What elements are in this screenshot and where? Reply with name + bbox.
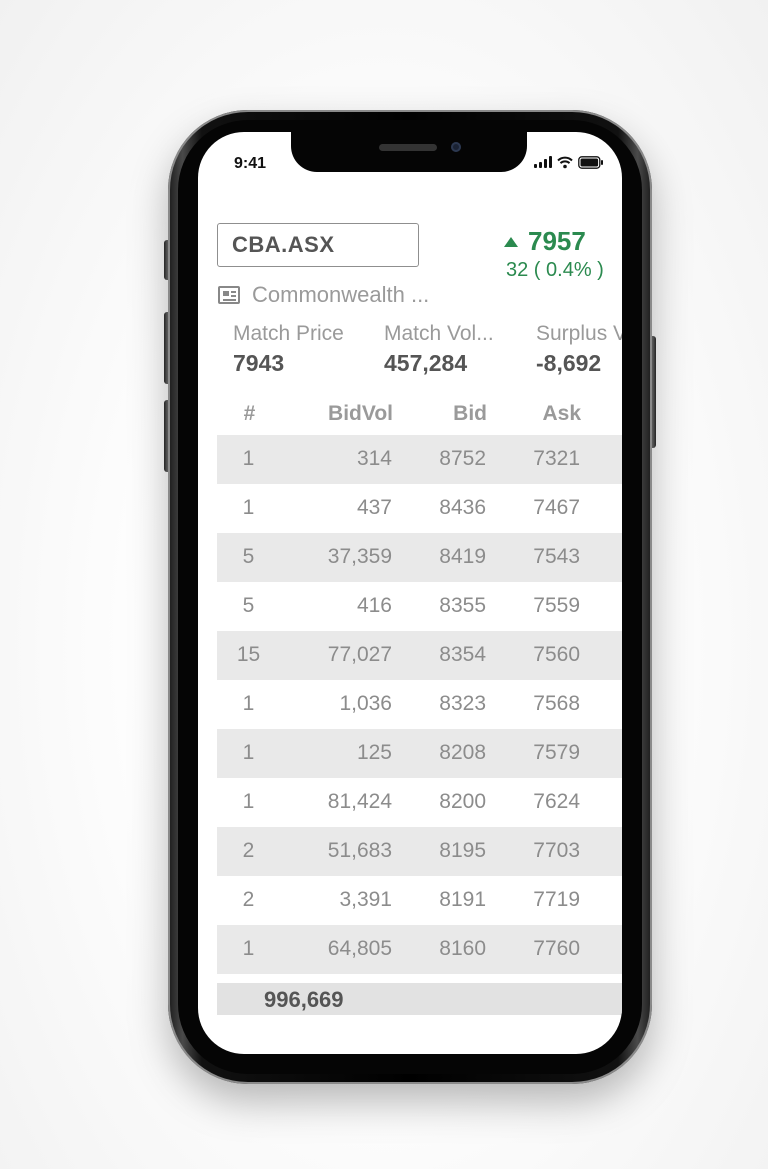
cell-bid: 8419	[439, 545, 486, 568]
cell-ask: 7559	[533, 594, 580, 617]
cell-ask: 7703	[533, 839, 580, 862]
price-up-arrow-icon	[504, 236, 518, 247]
notch	[291, 132, 527, 172]
battery-icon	[578, 155, 603, 169]
table-row[interactable]: 1 125 8208 7579	[217, 729, 622, 778]
cell-bidvol: 125	[356, 741, 392, 764]
cell-num: 2	[242, 888, 255, 911]
price-block: 7957 32 ( 0.4% )	[504, 226, 604, 282]
cell-bid: 8323	[439, 692, 486, 715]
cell-ask: 7719	[533, 888, 580, 911]
table-row[interactable]: 1 1,036 8323 7568	[217, 680, 622, 729]
cell-num: 5	[242, 594, 255, 617]
table-row[interactable]: 15 77,027 8354 7560	[217, 631, 622, 680]
cell-bid: 8195	[439, 839, 486, 862]
cell-ask: 7624	[533, 790, 580, 813]
symbol-input[interactable]: CBA.ASX	[217, 223, 419, 267]
cell-bid: 8436	[439, 496, 486, 519]
stat-label: Match Price	[233, 322, 344, 345]
cell-ask: 7760	[533, 937, 580, 960]
table-row[interactable]: 5 37,359 8419 7543	[217, 533, 622, 582]
news-icon[interactable]	[218, 286, 240, 304]
column-header-ask[interactable]: Ask	[487, 402, 581, 426]
cell-num: 15	[236, 643, 261, 666]
cellular-signal-icon	[534, 156, 552, 168]
company-row[interactable]: Commonwealth ...	[218, 282, 429, 308]
cell-num: 1	[242, 496, 255, 519]
cell-bidvol: 416	[356, 594, 392, 617]
cell-num: 1	[242, 447, 255, 470]
cell-num: 1	[242, 790, 255, 813]
stat-value: -8,692	[536, 350, 602, 376]
cell-ask: 7568	[533, 692, 580, 715]
cell-bid: 8160	[439, 937, 486, 960]
cell-bid: 8191	[439, 888, 486, 911]
stat-label: Match Vol...	[384, 322, 494, 345]
total-bar: 996,669	[217, 983, 622, 1015]
stat-value: 457,284	[384, 350, 468, 376]
cell-bid: 8208	[439, 741, 486, 764]
cell-bidvol: 37,359	[327, 545, 392, 568]
cell-num: 1	[242, 692, 255, 715]
speaker-grille	[379, 144, 437, 151]
company-name: Commonwealth ...	[252, 282, 430, 307]
last-price: 7957	[528, 226, 586, 256]
status-time: 9:41	[234, 155, 267, 172]
table-row[interactable]: 1 314 8752 7321	[217, 435, 622, 484]
table-row[interactable]: 1 437 8436 7467	[217, 484, 622, 533]
depth-table-body: 1 314 8752 7321 1 437 8436 7467 5 37,359 8419 7543 5…	[217, 435, 622, 974]
cell-bid: 8355	[439, 594, 486, 617]
cell-ask: 7579	[533, 741, 580, 764]
cell-ask: 7321	[533, 447, 580, 470]
cell-bidvol: 64,805	[327, 937, 392, 960]
cell-bidvol: 314	[356, 447, 392, 470]
stat-match-volume: Match Vol... 457,284	[384, 322, 494, 377]
column-header-bid[interactable]: Bid	[393, 402, 487, 426]
cell-bidvol: 3,391	[339, 888, 392, 911]
cell-ask: 7467	[533, 496, 580, 519]
cell-bid: 8354	[439, 643, 486, 666]
cell-bid: 8200	[439, 790, 486, 813]
column-header-bidvol[interactable]: BidVol	[281, 402, 393, 426]
cell-bidvol: 51,683	[327, 839, 392, 862]
cell-num: 1	[242, 741, 255, 764]
stat-value: 7943	[233, 350, 285, 376]
table-row[interactable]: 2 51,683 8195 7703	[217, 827, 622, 876]
cell-ask: 7560	[533, 643, 580, 666]
stat-match-price: Match Price 7943	[233, 322, 344, 377]
cell-bid: 8752	[439, 447, 486, 470]
total-bidvol: 996,669	[264, 987, 344, 1012]
front-camera	[451, 142, 461, 152]
cell-bidvol: 81,424	[327, 790, 392, 813]
table-row[interactable]: 1 64,805 8160 7760	[217, 925, 622, 974]
cell-num: 1	[242, 937, 255, 960]
cell-bidvol: 1,036	[339, 692, 392, 715]
price-change: 32 ( 0.4% )	[506, 259, 604, 281]
cell-ask: 7543	[533, 545, 580, 568]
cell-num: 5	[242, 545, 255, 568]
depth-table-header: # BidVol Bid Ask	[218, 402, 622, 434]
column-header-num[interactable]: #	[218, 402, 281, 426]
cell-num: 2	[242, 839, 255, 862]
status-icons	[534, 154, 604, 170]
stat-label: Surplus V...	[536, 322, 622, 345]
cell-bidvol: 437	[356, 496, 392, 519]
table-row[interactable]: 5 416 8355 7559	[217, 582, 622, 631]
table-row[interactable]: 2 3,391 8191 7719	[217, 876, 622, 925]
cell-bidvol: 77,027	[327, 643, 392, 666]
wifi-icon	[557, 156, 573, 168]
phone-screen: 9:41 CBA.ASX 7957 32 ( 0.4% ) Commonweal…	[198, 132, 622, 1054]
table-row[interactable]: 1 81,424 8200 7624	[217, 778, 622, 827]
stat-surplus-volume: Surplus V... -8,692	[536, 322, 622, 377]
